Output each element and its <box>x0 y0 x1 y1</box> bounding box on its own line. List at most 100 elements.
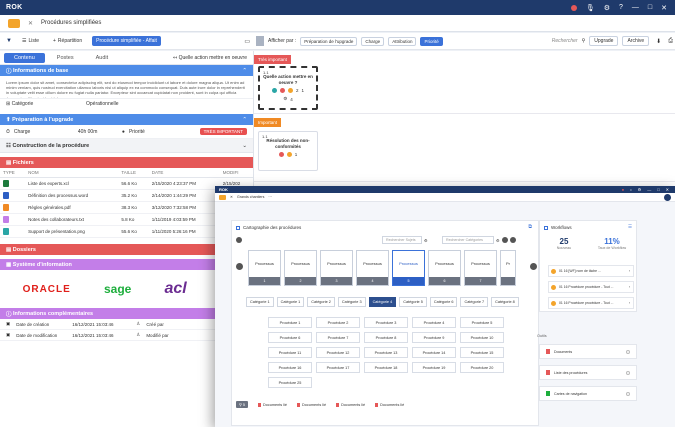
procedure-cell[interactable]: Procédure 25 <box>268 377 312 388</box>
procedure-cell[interactable]: Procédure 16 <box>268 362 312 373</box>
procedure-cell[interactable]: Procédure 3 <box>364 317 408 328</box>
procedure-cell[interactable]: Procédure 10 <box>460 332 504 343</box>
procedure-cell[interactable]: Procédure 12 <box>316 347 360 358</box>
categories-search-input[interactable]: Rechercher Catégories <box>442 236 494 244</box>
tab-title[interactable]: Procédures simplifiées <box>41 20 101 26</box>
procedure-cell[interactable]: Procédure 7 <box>316 332 360 343</box>
print-icon[interactable]: ⎙ <box>668 38 673 45</box>
sujets-search-input[interactable]: Rechercher Sujets <box>382 236 422 244</box>
help-icon[interactable]: ? <box>619 4 623 11</box>
procedure-cell[interactable]: Procédure 2 <box>316 317 360 328</box>
help-icon[interactable] <box>236 237 242 243</box>
process-card[interactable]: Processus 5 <box>392 250 425 286</box>
process-card[interactable]: Processus 7 <box>464 250 497 286</box>
close-window-icon[interactable]: ✕ <box>666 187 669 192</box>
sage-logo[interactable]: sage <box>104 282 131 296</box>
process-card[interactable]: Processus 1 <box>248 250 281 286</box>
avatar[interactable] <box>664 193 671 201</box>
download-icon[interactable] <box>501 237 508 243</box>
outil-item[interactable]: Cartes de navigation <box>539 386 637 401</box>
info-base-header[interactable]: ⓘ Informations de base ⌃ <box>0 65 253 76</box>
procedure-cell[interactable]: Procédure 18 <box>364 362 408 373</box>
tab-contenu[interactable]: Contenu <box>4 52 45 63</box>
home-icon[interactable] <box>219 194 226 200</box>
maximize-icon[interactable]: □ <box>657 187 659 192</box>
preparation-header[interactable]: ⬆ Préparation à l'upgrade ⌃ <box>0 114 253 125</box>
card-resolution[interactable]: 1.1 Résolution des non-conformités 1 <box>258 131 318 171</box>
charge-chip[interactable]: Charge <box>361 36 385 46</box>
menu-icon[interactable]: ☰ <box>628 224 632 230</box>
oracle-logo[interactable]: ORACLE <box>23 284 71 295</box>
search-icon[interactable]: ⚲ <box>582 38 586 44</box>
outil-item[interactable]: Liste des procédures <box>539 365 637 380</box>
linked-document[interactable]: Documents lié <box>375 402 404 407</box>
category-tab[interactable]: Catégorie 2 <box>307 297 335 307</box>
archive-button[interactable]: Archive <box>622 36 650 46</box>
col-taille[interactable]: TAILLE <box>118 168 149 178</box>
list-button[interactable]: ☰ Liste <box>18 36 43 46</box>
category-tab[interactable]: Catégorie 4 <box>368 297 397 307</box>
process-card[interactable]: Processus 6 <box>428 250 461 286</box>
maximize-icon[interactable]: □ <box>648 4 652 11</box>
download-icon[interactable]: ⬇ <box>656 38 661 45</box>
mic-icon[interactable]: 🎙 <box>586 4 595 12</box>
outil-item[interactable]: Documents <box>539 344 637 359</box>
close-window-icon[interactable]: ✕ <box>661 4 667 12</box>
procedure-cell[interactable]: Procédure 6 <box>268 332 312 343</box>
procedure-cell[interactable]: Procédure 15 <box>460 347 504 358</box>
procedure-cell[interactable]: Procédure 8 <box>364 332 408 343</box>
workflow-item[interactable]: 01 16 Procédure procédure - Tout ... › <box>548 297 634 309</box>
col-nom[interactable]: NOM <box>25 168 119 178</box>
gear-icon[interactable]: ⚙ <box>604 4 610 12</box>
fichiers-header[interactable]: ▤ Fichiers <box>0 157 253 168</box>
linked-document[interactable]: Documents lié <box>297 402 326 407</box>
copy-icon[interactable]: ⧉ <box>528 224 532 230</box>
procedure-cell[interactable]: Procédure 19 <box>412 362 456 373</box>
col-modifi[interactable]: MODIFI <box>219 168 253 178</box>
linked-document[interactable]: Documents lié <box>257 402 287 407</box>
gear-icon[interactable]: ⚙ <box>496 238 500 243</box>
close-tab-icon[interactable]: ✕ <box>28 20 33 27</box>
more-icon[interactable]: ⋯ <box>268 195 272 199</box>
tab-postes[interactable]: Postes <box>47 53 84 63</box>
card-quelle-action[interactable]: 1.1 Quelle action mettre en oeuvre ? 2 1… <box>258 66 318 110</box>
category-tab[interactable]: Catégorie 6 <box>429 297 458 307</box>
procedure-cell[interactable]: Procédure 17 <box>316 362 360 373</box>
collapse-panel-icon[interactable] <box>256 36 264 46</box>
process-card[interactable]: Processus 3 <box>320 250 353 286</box>
procedure-cell[interactable]: Procédure 9 <box>412 332 456 343</box>
procedure-cell[interactable]: Procédure 5 <box>460 317 504 328</box>
notification-icon[interactable]: ● <box>622 187 624 192</box>
repartition-button[interactable]: + Répartition <box>49 36 86 46</box>
construction-header[interactable]: ☷ Construction de la procédure ⌄ <box>0 139 253 153</box>
workflow-item[interactable]: 01 16 Procédure procédure - Tout ... › <box>548 281 634 293</box>
procedure-cell[interactable]: Procédure 20 <box>460 362 504 373</box>
linked-document[interactable]: Documents lié <box>336 402 365 407</box>
category-tab[interactable]: Catégorie 3 <box>337 297 366 307</box>
col-date[interactable]: DATE <box>148 168 220 178</box>
priorite-chip[interactable]: Priorité <box>420 36 443 46</box>
close-tab-icon[interactable]: ✕ <box>230 195 233 199</box>
category-tab[interactable]: Catégorie 7 <box>460 297 489 307</box>
procedure-cell[interactable]: Procédure 13 <box>364 347 408 358</box>
workflow-item[interactable]: 01 16 [WF] nom de tâche ... › <box>548 265 634 277</box>
category-tab[interactable]: Catégorie 8 <box>491 297 519 307</box>
gear-icon[interactable]: ⚙ <box>638 187 642 192</box>
search-input[interactable]: Rechercher <box>552 38 578 44</box>
col-type[interactable]: TYPE <box>0 168 26 178</box>
prev-arrow-icon[interactable] <box>236 263 243 270</box>
procedure-cell[interactable]: Procédure 4 <box>412 317 456 328</box>
home-icon[interactable] <box>8 18 20 28</box>
process-card[interactable]: Pr <box>500 250 516 286</box>
quelle-action-link[interactable]: ↤ Quelle action mettre en oeuvre <box>173 55 253 61</box>
next-arrow-icon[interactable] <box>530 263 537 270</box>
front-tab-title[interactable]: Grands chantiers <box>237 195 264 199</box>
procedure-cell[interactable]: Procédure 14 <box>412 347 456 358</box>
procedure-cell[interactable]: Procédure 11 <box>268 347 312 358</box>
filter-icon[interactable]: ▼ <box>6 38 12 44</box>
acl-logo[interactable]: acl <box>164 280 186 298</box>
upgrade-button[interactable]: Upgrade <box>589 36 619 46</box>
attribution-chip[interactable]: Attribution <box>388 36 417 46</box>
minimize-icon[interactable]: — <box>632 4 639 11</box>
process-card[interactable]: Processus 2 <box>284 250 317 286</box>
